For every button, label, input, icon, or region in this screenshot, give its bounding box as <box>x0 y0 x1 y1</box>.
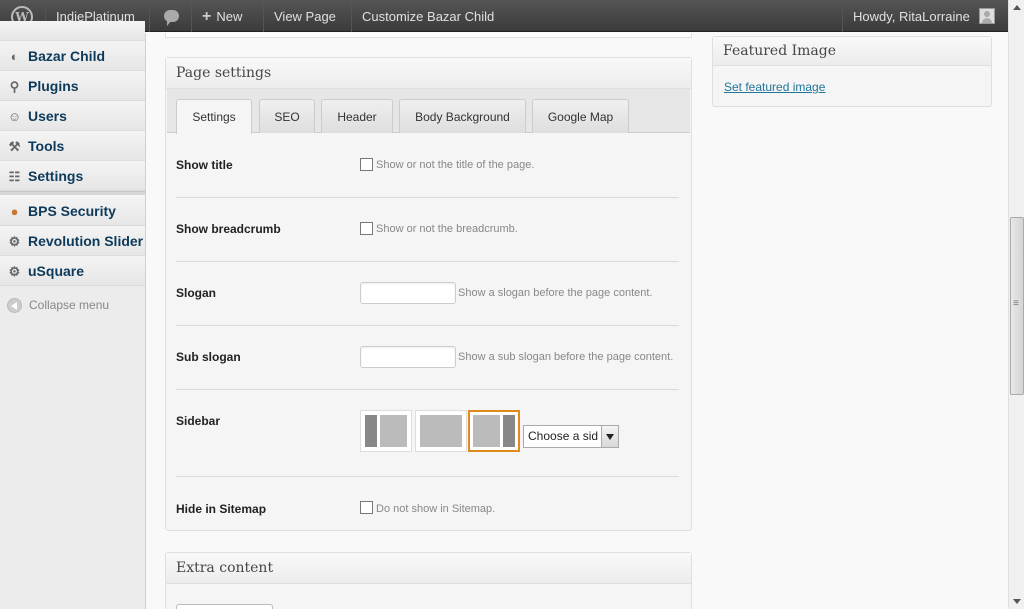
sidebar-bar <box>365 415 377 447</box>
sidebar-item-label: Users <box>28 108 67 124</box>
featured-image-title: Featured Image <box>713 37 991 66</box>
extra-content-button[interactable] <box>176 604 273 609</box>
admin-sidebar: ◐ Bazar Child ⚲ Plugins ☺ Users ⚒ Tools … <box>0 21 146 609</box>
sidebar-item-partial[interactable] <box>0 21 145 41</box>
sidebar-select-value: Choose a sid <box>528 429 599 443</box>
show-breadcrumb-label: Show breadcrumb <box>176 222 281 236</box>
slogan-label: Slogan <box>176 286 217 300</box>
show-title-checkbox[interactable] <box>360 158 373 171</box>
tab-body-background[interactable]: Body Background <box>399 99 526 133</box>
new-content-button[interactable]: + New <box>192 0 264 32</box>
tools-icon: ⚒ <box>8 139 21 154</box>
sidebar-item-label: Bazar Child <box>28 48 106 64</box>
sub-slogan-label: Sub slogan <box>176 350 241 364</box>
page-settings-panel: Page settings Settings SEO Header Body B… <box>165 57 692 531</box>
bazar-icon: ◐ <box>10 49 19 64</box>
users-icon: ☺ <box>7 109 22 124</box>
hide-sitemap-checkbox[interactable] <box>360 501 373 514</box>
sidebar-item-revolution-slider[interactable]: ⚙ Revolution Slider <box>0 226 145 256</box>
sidebar-label: Sidebar <box>176 414 221 428</box>
tab-seo[interactable]: SEO <box>259 99 315 133</box>
sidebar-item-label: Plugins <box>28 78 79 94</box>
sidebar-item-label: Settings <box>28 168 84 184</box>
chevron-down-icon <box>601 426 618 447</box>
comments-button[interactable] <box>150 0 192 32</box>
sidebar-item-settings[interactable]: ☷ Settings <box>0 161 145 191</box>
settings-icon: ☷ <box>8 169 21 184</box>
slogan-row: Slogan Show a slogan before the page con… <box>176 262 679 326</box>
show-title-row: Show title Show or not the title of the … <box>176 134 679 198</box>
sidebar-item-plugins[interactable]: ⚲ Plugins <box>0 71 145 101</box>
sub-slogan-input[interactable] <box>360 346 456 368</box>
page-scrollbar[interactable] <box>1008 0 1024 609</box>
hide-sitemap-label: Hide in Sitemap <box>176 502 267 516</box>
tab-settings[interactable]: Settings <box>176 99 252 134</box>
avatar <box>979 8 995 24</box>
featured-image-box: Featured Image Set featured image <box>712 36 992 107</box>
shield-icon: ● <box>10 204 19 219</box>
sidebar-item-label: uSquare <box>28 263 85 279</box>
hide-sitemap-desc: Do not show in Sitemap. <box>376 503 496 515</box>
show-title-desc: Show or not the title of the page. <box>376 159 535 171</box>
layout-preview <box>420 415 462 447</box>
extra-content-title: Extra content <box>166 553 691 584</box>
sidebar-select[interactable]: Choose a sid <box>523 425 619 448</box>
sidebar-bar <box>503 415 515 447</box>
sidebar-item-users[interactable]: ☺ Users <box>0 101 145 131</box>
sidebar-item-bps-security[interactable]: ● BPS Security <box>0 196 145 226</box>
slogan-desc: Show a slogan before the page content. <box>458 287 653 299</box>
comment-bubble-icon <box>164 10 179 26</box>
layout-gap <box>500 415 503 447</box>
howdy-text: Howdy, RitaLorraine <box>853 9 970 24</box>
sidebar-row: Sidebar Choose a sid <box>176 390 679 477</box>
collapse-label: Collapse menu <box>29 298 110 312</box>
scroll-down-arrow-icon[interactable] <box>1009 593 1024 609</box>
sidebar-item-tools[interactable]: ⚒ Tools <box>0 131 145 161</box>
sidebar-item-label: Tools <box>28 138 65 154</box>
previous-box-bottom <box>165 33 692 38</box>
layout-gap <box>377 415 380 447</box>
gear-icon: ⚙ <box>8 264 21 279</box>
scroll-up-arrow-icon[interactable] <box>1009 0 1024 16</box>
show-breadcrumb-row: Show breadcrumb Show or not the breadcru… <box>176 198 679 262</box>
extra-content-panel: Extra content <box>165 552 692 609</box>
customize-link[interactable]: Customize Bazar Child <box>352 0 510 32</box>
sidebar-item-bazar-child[interactable]: ◐ Bazar Child <box>0 41 145 71</box>
sub-slogan-row: Sub slogan Show a sub slogan before the … <box>176 326 679 390</box>
tab-bar: Settings SEO Header Body Background Goog… <box>167 89 690 134</box>
account-menu[interactable]: Howdy, RitaLorraine <box>842 0 1008 32</box>
slogan-input[interactable] <box>360 282 456 304</box>
sidebar-item-usquare[interactable]: ⚙ uSquare <box>0 256 145 286</box>
layout-no-sidebar-option[interactable] <box>415 410 467 452</box>
sub-slogan-desc: Show a sub slogan before the page conten… <box>458 351 674 363</box>
show-breadcrumb-checkbox[interactable] <box>360 222 373 235</box>
layout-sidebar-right-option[interactable] <box>468 410 520 452</box>
page-settings-title: Page settings <box>166 58 691 89</box>
sidebar-item-label: BPS Security <box>28 203 116 219</box>
show-breadcrumb-desc: Show or not the breadcrumb. <box>376 223 518 235</box>
gear-icon: ⚙ <box>8 234 21 249</box>
plugin-icon: ⚲ <box>9 79 20 94</box>
view-page-link[interactable]: View Page <box>264 0 352 32</box>
scrollbar-thumb[interactable] <box>1010 217 1024 395</box>
set-featured-image-link[interactable]: Set featured image <box>724 80 825 94</box>
tab-google-map[interactable]: Google Map <box>532 99 629 133</box>
collapse-menu-button[interactable]: Collapse menu <box>0 291 145 319</box>
hide-sitemap-row: Hide in Sitemap Do not show in Sitemap. <box>176 477 679 527</box>
show-title-label: Show title <box>176 158 233 172</box>
plus-icon: + <box>202 8 212 25</box>
collapse-arrow-icon <box>7 298 22 313</box>
admin-bar: W IndiePlatinum + New View Page Customize… <box>0 0 1008 32</box>
tab-header[interactable]: Header <box>321 99 393 133</box>
new-label: New <box>216 9 243 24</box>
layout-sidebar-left-option[interactable] <box>360 410 412 452</box>
sidebar-item-label: Revolution Slider <box>28 233 144 249</box>
